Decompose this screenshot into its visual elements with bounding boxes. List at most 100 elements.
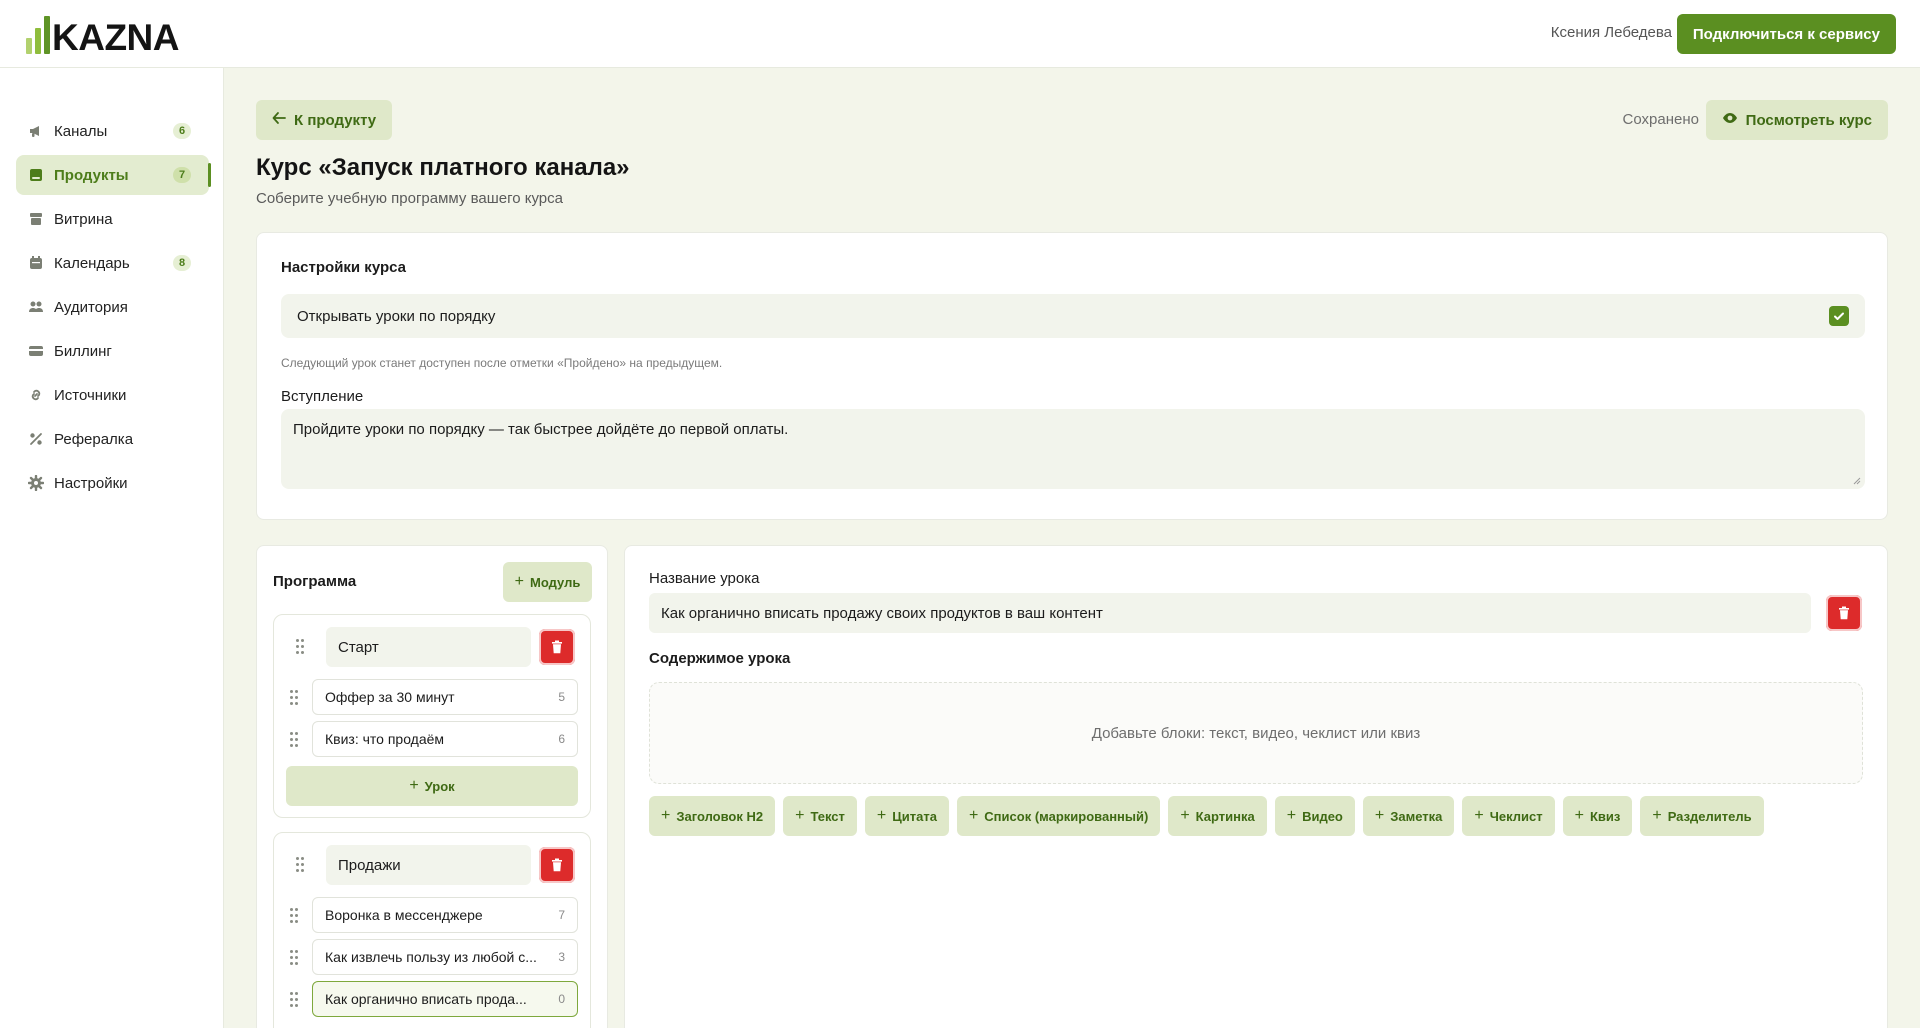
storefront-icon [28,211,44,227]
top-bar: KAZNA Ксения Лебедева Подключиться к сер… [0,0,1920,68]
lesson-item[interactable]: Как извлечь пользу из любой с... 3 [312,939,578,975]
module-name: Старт [338,638,379,656]
drag-handle-icon[interactable] [290,690,300,706]
sidebar-item-sources[interactable]: Источники [16,375,209,415]
drag-handle-icon[interactable] [296,857,306,873]
eye-icon [1722,110,1738,130]
add-block-bullet-list-button[interactable]: + Список (маркированный) [956,796,1161,836]
plus-icon: + [514,573,524,590]
lesson-count: 7 [558,908,565,922]
sidebar-item-label: Аудитория [54,298,128,316]
intro-textarea[interactable]: Пройдите уроки по порядку — так быстрее … [281,409,1865,489]
block-label: Разделитель [1667,808,1752,824]
add-module-button[interactable]: + Модуль [503,562,592,602]
course-settings-card: Настройки курса Открывать уроки по поряд… [256,232,1888,520]
sequential-lessons-toggle[interactable]: Открывать уроки по порядку [281,294,1865,338]
book-icon [28,167,44,183]
arrow-left-icon [272,111,286,129]
save-status: Сохранено [1622,111,1699,128]
lesson-item-active[interactable]: Как органично вписать прода... 0 [312,981,578,1017]
content-dropzone[interactable]: Добавьте блоки: текст, видео, чеклист ил… [649,682,1863,784]
lesson-title: Оффер за 30 минут [325,689,455,705]
block-label: Картинка [1195,808,1255,824]
lesson-editor-card: Название урока Как органично вписать про… [624,545,1888,1028]
sequential-checkbox[interactable] [1829,306,1849,326]
sidebar-item-settings[interactable]: Настройки [16,463,209,503]
add-block-divider-button[interactable]: + Разделитель [1640,796,1764,836]
plus-icon: + [661,807,671,824]
lesson-count: 6 [558,732,565,746]
add-block-quiz-button[interactable]: + Квиз [1562,796,1633,836]
settings-heading: Настройки курса [281,259,406,276]
add-module-label: Модуль [530,574,581,590]
module-name-input[interactable]: Продажи [326,845,531,885]
logo-bars-icon [26,16,50,54]
dropzone-text: Добавьте блоки: текст, видео, чеклист ил… [1091,724,1421,742]
sidebar-item-products[interactable]: Продукты 7 [16,155,211,195]
sidebar-item-audience[interactable]: Аудитория [16,287,209,327]
lesson-title-input[interactable]: Как органично вписать продажу своих прод… [649,593,1811,633]
view-course-button[interactable]: Посмотреть курс [1705,100,1888,140]
page-title: Курс «Запуск платного канала» [256,154,630,181]
block-label: Заголовок H2 [676,808,764,824]
lesson-item[interactable]: Воронка в мессенджере 7 [312,897,578,933]
back-to-product-button[interactable]: К продукту [256,100,393,140]
delete-module-button[interactable] [539,847,575,883]
drag-handle-icon[interactable] [296,639,306,655]
sidebar-item-storefront[interactable]: Витрина [16,199,209,239]
sidebar-item-label: Источники [54,386,127,404]
sidebar-item-label: Каналы [54,122,108,140]
sidebar: Каналы 6 Продукты 7 Витрина Календарь 8 … [0,68,224,1028]
block-label: Текст [810,808,845,824]
trash-icon [552,640,562,654]
drag-handle-icon[interactable] [290,992,300,1008]
plus-icon: + [1652,807,1662,824]
lesson-item[interactable]: Оффер за 30 минут 5 [312,679,578,715]
sidebar-item-label: Продукты [54,166,129,184]
add-block-image-button[interactable]: + Картинка [1168,796,1267,836]
sidebar-item-billing[interactable]: Биллинг [16,331,209,371]
drag-handle-icon[interactable] [290,732,300,748]
module-name: Продажи [338,856,401,874]
delete-module-button[interactable] [539,629,575,665]
sidebar-item-label: Календарь [54,254,130,272]
add-block-h2-button[interactable]: + Заголовок H2 [649,796,776,836]
lesson-item[interactable]: Квиз: что продаём 6 [312,721,578,757]
module-card: Старт Оффер за 30 минут 5 Квиз: что прод… [273,614,591,818]
module-card: Продажи Воронка в мессенджере 7 Как извл… [273,832,591,1028]
add-lesson-button[interactable]: + Урок [286,766,578,806]
drag-handle-icon[interactable] [290,950,300,966]
module-name-input[interactable]: Старт [326,627,531,667]
lesson-title: Как извлечь пользу из любой с... [325,949,537,965]
lesson-count: 0 [558,992,565,1006]
page-subtitle: Соберите учебную программу вашего курса [256,190,563,207]
sidebar-item-calendar[interactable]: Календарь 8 [16,243,209,283]
program-heading: Программа [273,573,357,590]
program-card: Программа + Модуль Старт Оффер за 30 мин… [256,545,608,1028]
add-block-text-button[interactable]: + Текст [783,796,857,836]
block-label: Список (маркированный) [984,808,1149,824]
lesson-title-value: Как органично вписать продажу своих прод… [661,604,1103,622]
back-label: К продукту [294,111,377,129]
kazna-logo[interactable]: KAZNA [26,14,179,56]
plus-icon: + [1286,807,1297,824]
user-name[interactable]: Ксения Лебедева [1551,24,1672,41]
add-block-quote-button[interactable]: + Цитата [864,796,949,836]
block-label: Заметка [1390,808,1443,824]
sidebar-item-referral[interactable]: Рефералка [16,419,209,459]
add-block-checklist-button[interactable]: + Чеклист [1462,796,1555,836]
block-label: Видео [1302,808,1343,824]
sidebar-item-channels[interactable]: Каналы 6 [16,111,209,151]
add-block-video-button[interactable]: + Видео [1274,796,1355,836]
lesson-count: 5 [558,690,565,704]
delete-lesson-button[interactable] [1826,595,1862,631]
add-block-note-button[interactable]: + Заметка [1362,796,1455,836]
block-toolbar: + Заголовок H2 + Текст + Цитата + Список (ма… [649,796,1764,836]
resize-grip-icon[interactable] [1851,475,1861,485]
sequential-label: Открывать уроки по порядку [297,307,496,325]
link-icon [28,387,44,403]
drag-handle-icon[interactable] [290,908,300,924]
lesson-title: Воронка в мессенджере [325,907,483,923]
intro-text: Пройдите уроки по порядку — так быстрее … [293,421,789,438]
connect-service-button[interactable]: Подключиться к сервису [1676,14,1896,54]
